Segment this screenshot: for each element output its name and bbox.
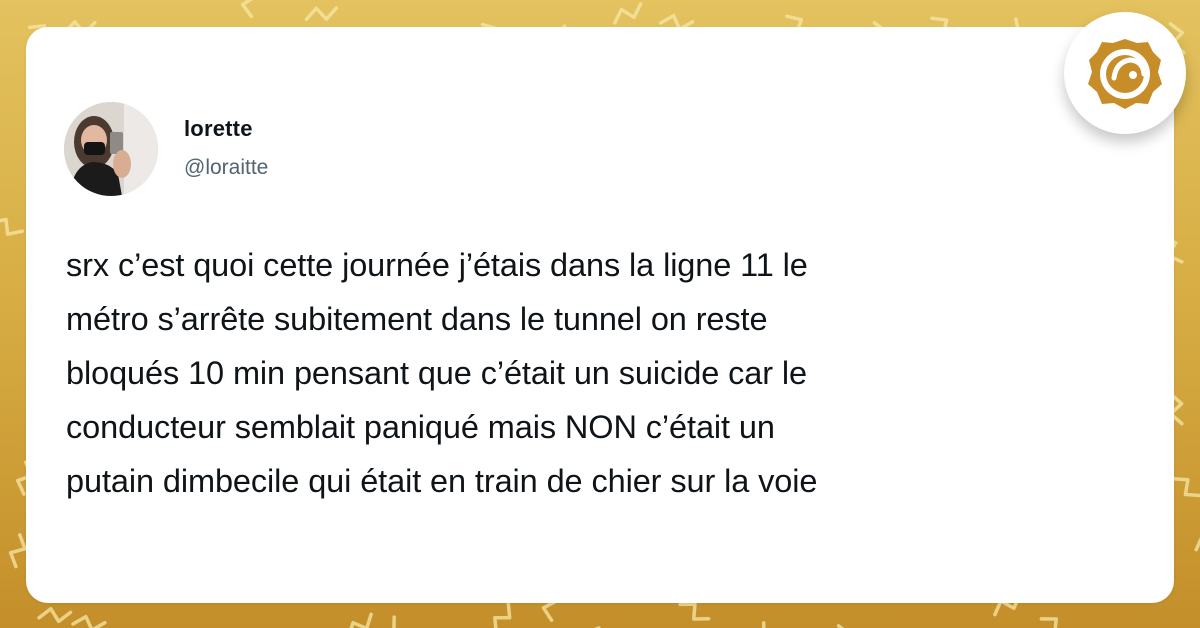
zigzag-shape [346,612,373,628]
tweet-text: srx c’est quoi cette journée j’étais dan… [66,247,818,499]
zigzag-shape [304,6,339,22]
zigzag-shape [71,614,107,628]
author-handle[interactable]: @loraitte [184,156,268,180]
avatar[interactable] [64,102,158,196]
zigzag-shape [37,607,73,624]
zigzag-shape [240,0,258,19]
zigzag-shape [1194,528,1200,552]
brand-badge [1064,12,1186,134]
author-display-name[interactable]: lorette [184,116,253,142]
zigzag-shape [747,621,766,628]
avatar-photo [64,102,158,196]
zigzag-shape [613,2,643,25]
zigzag-shape [881,623,910,628]
zigzag-shape [1171,477,1200,498]
zigzag-shape [493,601,512,628]
melon-logo-icon [1088,39,1162,109]
tweet-card: lorette @loraitte srx c’est quoi cette j… [26,27,1174,603]
zigzag-shape [376,615,396,628]
zigzag-shape [583,626,619,628]
zigzag-shape [1039,617,1072,628]
zigzag-shape [0,217,24,236]
